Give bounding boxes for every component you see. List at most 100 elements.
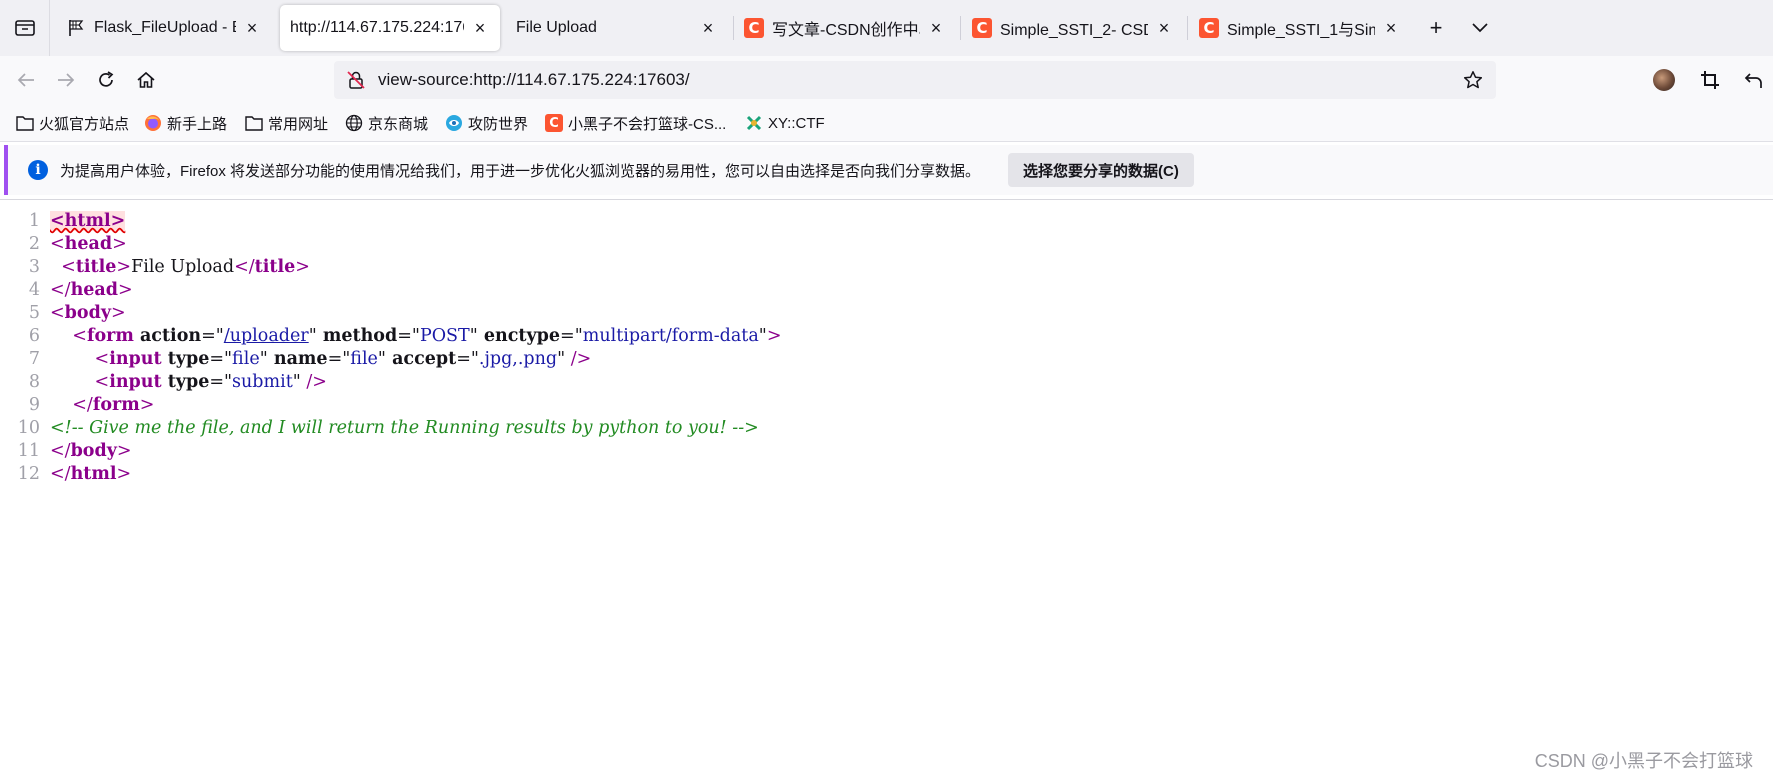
firefox-view-button[interactable] [0,0,50,56]
html-tag-error: <html> [50,211,126,231]
punct: =" [209,372,233,392]
bookmark-item[interactable]: 攻防世界 [445,112,528,134]
tag-name: input [109,349,162,369]
tag-name: title [75,257,117,277]
close-icon[interactable]: × [242,18,262,38]
tag-name: form [86,326,134,346]
source-line: 7 <input type="file" name="file" accept=… [0,348,1773,371]
attr-name: name [267,349,328,369]
punct: =" [456,349,479,369]
tab-csdn-ssti[interactable]: C Simple_SSTI_1与Simple_SS × [1189,5,1411,51]
notification-text: 为提高用户体验，Firefox 将发送部分功能的使用情况给我们，用于进一步优化火… [60,162,981,180]
attr-value: multipart/form-data [582,326,759,346]
csdn-icon: C [744,18,764,38]
bracket: </ [50,464,71,484]
url-text[interactable]: view-source:http://114.67.175.224:17603/ [378,70,1458,90]
tag-name: title [254,257,296,277]
bookmark-label: XY::CTF [768,114,825,132]
insecure-lock-icon[interactable] [344,68,368,92]
tag-name: html [70,464,117,484]
line-number: 10 [17,418,40,438]
data-sharing-notification: i 为提高用户体验，Firefox 将发送部分功能的使用情况给我们，用于进一步优… [4,145,1773,195]
csdn-logo: C [1199,18,1219,38]
home-button[interactable] [128,62,164,98]
bookmark-label: 新手上路 [167,115,228,133]
punct: " [557,349,566,369]
bookmark-item[interactable]: 新手上路 [144,112,227,134]
tab-label: Simple_SSTI_1与Simple_SS [1227,22,1375,39]
line-number: 3 [28,257,40,277]
close-icon[interactable]: × [698,18,718,38]
crop-icon [1701,71,1719,89]
punct: " [377,349,386,369]
bracket: < [50,234,65,254]
firefox-icon [144,114,162,132]
line-number: 4 [28,280,40,300]
reload-icon [99,71,114,87]
plus-icon: + [1429,15,1443,40]
undo-icon [1744,73,1762,88]
uploader-link[interactable]: /uploader [224,326,309,346]
close-icon[interactable]: × [1154,18,1174,38]
choose-data-button[interactable]: 选择您要分享的数据(C) [1008,153,1194,187]
csdn-icon: C [972,18,992,38]
source-line: 6 <form action="/uploader" method="POST"… [0,325,1773,348]
attr-name: action [133,326,202,346]
bracket: < [61,257,76,277]
tab-view-source[interactable]: http://114.67.175.224:17603/ × [280,5,500,51]
list-all-tabs-button[interactable] [1462,10,1498,46]
bracket: > [295,257,310,277]
tab-csdn-search[interactable]: C Simple_SSTI_2- CSDN搜索 × [962,5,1184,51]
bracket: > [118,280,133,300]
reload-button[interactable] [88,62,124,98]
bookmark-item[interactable]: 京东商城 [345,112,428,134]
line-number: 11 [17,441,40,461]
bracket: </ [50,441,71,461]
csdn-watermark: CSDN @小黑子不会打篮球 [1534,751,1753,771]
line-number: 5 [28,303,40,323]
screenshot-button[interactable] [1692,62,1728,98]
close-icon[interactable]: × [926,18,946,38]
info-icon: i [28,160,48,180]
bookmark-label: 攻防世界 [468,115,529,133]
line-number: 12 [17,464,40,484]
punct: =" [201,326,224,346]
attr-value: POST [419,326,470,346]
source-line: 2 <head> [0,233,1773,256]
back-button[interactable] [8,62,44,98]
new-tab-button[interactable]: + [1418,10,1454,46]
bookmark-item[interactable]: C 小黑子不会打篮球-CS... [545,112,726,134]
bookmark-item[interactable]: 常用网址 [245,112,328,134]
bookmark-star-button[interactable] [1458,65,1488,95]
forward-button[interactable] [48,62,84,98]
tab-label: http://114.67.175.224:17603/ [290,19,464,36]
tag-name: head [70,280,118,300]
tag-name: head [64,234,113,254]
tag-name: body [70,441,117,461]
tab-flask-fileupload[interactable]: Flask_FileUpload - Bugku × [56,5,272,51]
bookmark-item[interactable]: XY::CTF [745,112,825,134]
source-line: 5 <body> [0,302,1773,325]
bracket: > [116,441,132,461]
bookmark-item[interactable]: 火狐官方站点 [16,112,129,134]
bracket: < [72,326,87,346]
navigation-toolbar: view-source:http://114.67.175.224:17603/ [0,56,1773,104]
bracket: > [116,464,132,484]
tab-csdn-write[interactable]: C 写文章-CSDN创作中心 × [734,5,956,51]
tab-label: Simple_SSTI_2- CSDN搜索 [1000,22,1148,39]
arrow-left-icon [17,73,34,87]
tab-file-upload[interactable]: File Upload × [506,5,728,51]
undo-close-button[interactable] [1736,62,1772,98]
close-icon[interactable]: × [470,18,490,38]
line-number: 2 [28,234,40,254]
close-icon[interactable]: × [1381,18,1401,38]
punct: =" [397,326,420,346]
tab-label: Flask_FileUpload - Bugku [94,19,236,36]
tab-label: File Upload [516,19,597,36]
bracket: < [50,303,65,323]
line-number: 8 [28,372,40,392]
account-avatar[interactable] [1653,69,1675,91]
address-bar[interactable]: view-source:http://114.67.175.224:17603/ [334,61,1496,99]
bracket: </ [50,280,71,300]
